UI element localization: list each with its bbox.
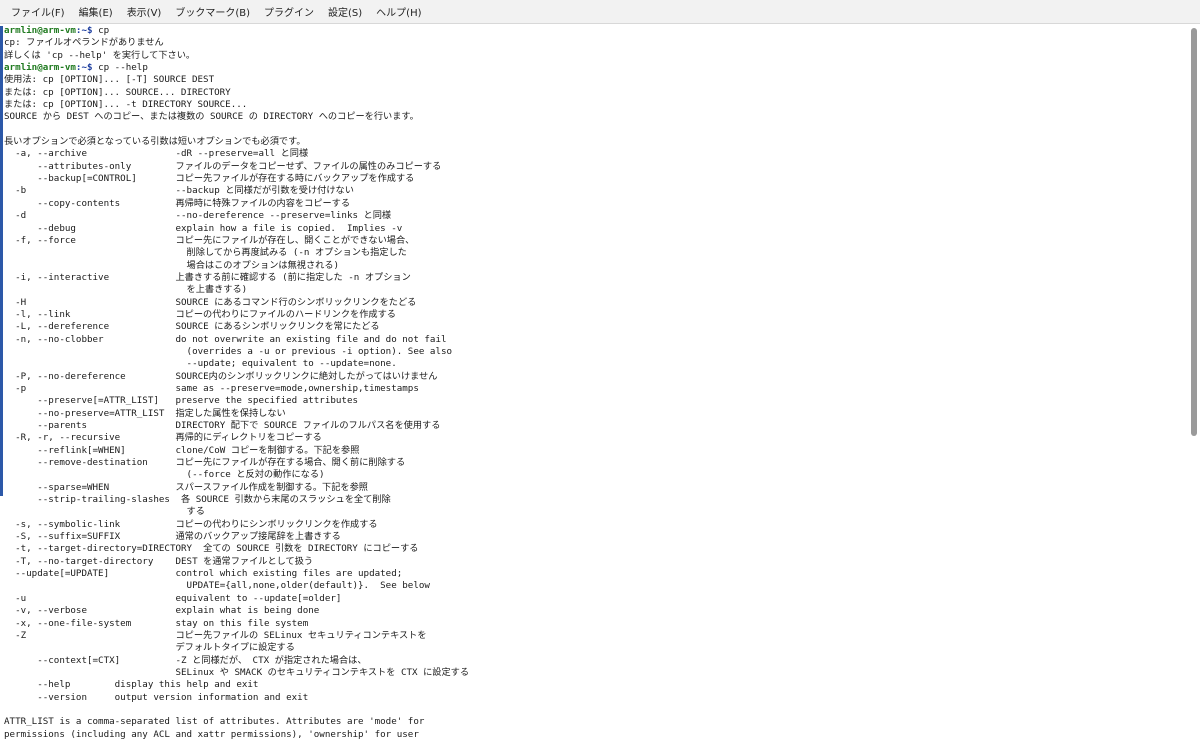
output-line: 使用法: cp [OPTION]... [-T] SOURCE DEST — [4, 74, 215, 86]
scrollbar[interactable] — [1190, 26, 1198, 748]
prompt-path: :~$ — [75, 62, 93, 74]
output-line: 場合はこのオプションは無視される) — [4, 259, 340, 271]
output-line: ATTR_LIST is a comma-separated list of a… — [4, 716, 425, 728]
output-line: cp: ファイルオペランドがありません — [4, 37, 164, 49]
prompt-line: armlin@arm-vm:~$ cp — [4, 25, 1184, 37]
output-line: --strip-trailing-slashes 各 SOURCE 引数から末尾… — [4, 494, 391, 506]
output-line: --update; equivalent to --update=none. — [4, 358, 397, 370]
output-line: -d --no-dereference --preserve=links と同様 — [4, 210, 392, 222]
menu-view[interactable]: 表示(V) — [120, 2, 169, 21]
output-line: デフォルトタイプに設定する — [4, 642, 295, 654]
menu-file[interactable]: ファイル(F) — [4, 2, 72, 21]
output-line: -L, --dereference SOURCE にあるシンボリックリンクを常に… — [4, 321, 380, 333]
output-line: --preserve[=ATTR_LIST] preserve the spec… — [4, 395, 359, 407]
output-line: -Z コピー先ファイルの SELinux セキュリティコンテキストを — [4, 629, 427, 641]
menu-settings[interactable]: 設定(S) — [321, 2, 369, 21]
output-line: --attributes-only ファイルのデータをコピーせず、ファイルの属性… — [4, 160, 442, 172]
output-line: -b --backup と同様だが引数を受け付けない — [4, 185, 354, 197]
output-line: -H SOURCE にあるコマンド行のシンボリックリンクをたどる — [4, 296, 417, 308]
output-line: --no-preserve=ATTR_LIST 指定した属性を保持しない — [4, 407, 286, 419]
output-line: --help display this help and exit — [4, 679, 259, 691]
output-line: または: cp [OPTION]... SOURCE... DIRECTORY — [4, 86, 231, 98]
selection-marker — [0, 26, 3, 496]
output-line: -x, --one-file-system stay on this file … — [4, 617, 309, 629]
output-line: または: cp [OPTION]... -t DIRECTORY SOURCE.… — [4, 99, 248, 111]
output-line: SOURCE から DEST へのコピー、または複数の SOURCE の DIR… — [4, 111, 419, 123]
output-line: -R, -r, --recursive 再帰的にディレクトリをコピーする — [4, 432, 322, 444]
output-line: -v, --verbose explain what is being done — [4, 605, 320, 617]
output-line: --reflink[=WHEN] clone/CoW コピーを制御する。下記を参… — [4, 444, 360, 456]
prompt-line: armlin@arm-vm:~$ cp --help — [4, 62, 1184, 74]
prompt-path: :~$ — [75, 25, 93, 36]
output-line: (--force と反対の動作になる) — [4, 469, 325, 481]
output-line: -u equivalent to --update[=older] — [4, 592, 342, 604]
output-line: --context[=CTX] -Z と同様だが、 CTX が指定された場合は、 — [4, 654, 367, 666]
output-line: -S, --suffix=SUFFIX 通常のバックアップ接尾辞を上書きする — [4, 531, 341, 543]
scrollbar-thumb[interactable] — [1191, 28, 1197, 436]
output-line: 削除してから再度試みる (-n オプションも指定した — [4, 247, 407, 259]
output-line: (overrides a -u or previous -i option). … — [4, 345, 453, 357]
output-line: 詳しくは 'cp --help' を実行して下さい。 — [4, 49, 196, 61]
terminal-output: armlin@arm-vm:~$ cp cp: ファイルオペランドがありません 詳し… — [4, 25, 1184, 741]
prompt-command: cp — [92, 25, 110, 36]
output-line: --remove-destination コピー先にファイルが存在する場合、開く… — [4, 457, 406, 469]
output-line: --debug explain how a file is copied. Im… — [4, 222, 403, 234]
output-line: -P, --no-dereference SOURCE内のシンボリックリンクに絶… — [4, 370, 438, 382]
output-line: -a, --archive -dR --preserve=all と同様 — [4, 148, 309, 160]
output-line: --copy-contents 再帰時に特殊ファイルの内容をコピーする — [4, 197, 351, 209]
output-line: -l, --link コピーの代わりにファイルのハードリンクを作成する — [4, 308, 396, 320]
output-line: permissions (including any ACL and xattr… — [4, 728, 419, 740]
output-line: -s, --symbolic-link コピーの代わりにシンボリックリンクを作成… — [4, 518, 378, 530]
output-line: する — [4, 506, 205, 518]
output-line: -t, --target-directory=DIRECTORY 全ての SOU… — [4, 543, 419, 555]
output-line: SELinux や SMACK のセキュリティコンテキストを CTX に設定する — [4, 666, 470, 678]
menu-bookmarks[interactable]: ブックマーク(B) — [168, 2, 257, 21]
prompt-command: cp --help — [92, 62, 148, 74]
output-line: -f, --force コピー先にファイルが存在し、開くことができない場合、 — [4, 234, 415, 246]
prompt-user: armlin@arm-vm — [4, 62, 76, 74]
prompt-user: armlin@arm-vm — [4, 25, 76, 36]
menu-bar: ファイル(F) 編集(E) 表示(V) ブックマーク(B) プラグイン 設定(S… — [0, 0, 1200, 24]
output-line: --version output version information and… — [4, 691, 309, 703]
output-line: --parents DIRECTORY 配下で SOURCE ファイルのフルパス… — [4, 420, 441, 431]
output-line: -i, --interactive 上書きする前に確認する (前に指定した -n… — [4, 271, 411, 283]
output-line: --sparse=WHEN スパースファイル作成を制御する。下記を参照 — [4, 481, 368, 493]
menu-plugins[interactable]: プラグイン — [257, 2, 321, 21]
output-line: -T, --no-target-directory DEST を通常ファイルとし… — [4, 555, 314, 567]
output-line: UPDATE={all,none,older(default)}. See be… — [4, 580, 430, 592]
output-line: を上書きする) — [4, 284, 248, 296]
output-line: -n, --no-clobber do not overwrite an exi… — [4, 333, 447, 345]
output-line: 長いオプションで必須となっている引数は短いオプションでも必須です。 — [4, 136, 306, 148]
menu-help[interactable]: ヘルプ(H) — [369, 2, 428, 21]
output-line: -p same as --preserve=mode,ownership,tim… — [4, 382, 419, 394]
output-line: --backup[=CONTROL] コピー先ファイルが存在する時にバックアップ… — [4, 173, 415, 185]
terminal-view[interactable]: armlin@arm-vm:~$ cp cp: ファイルオペランドがありません 詳し… — [0, 24, 1200, 750]
menu-edit[interactable]: 編集(E) — [72, 2, 120, 21]
output-line: --update[=UPDATE] control which existing… — [4, 568, 403, 580]
